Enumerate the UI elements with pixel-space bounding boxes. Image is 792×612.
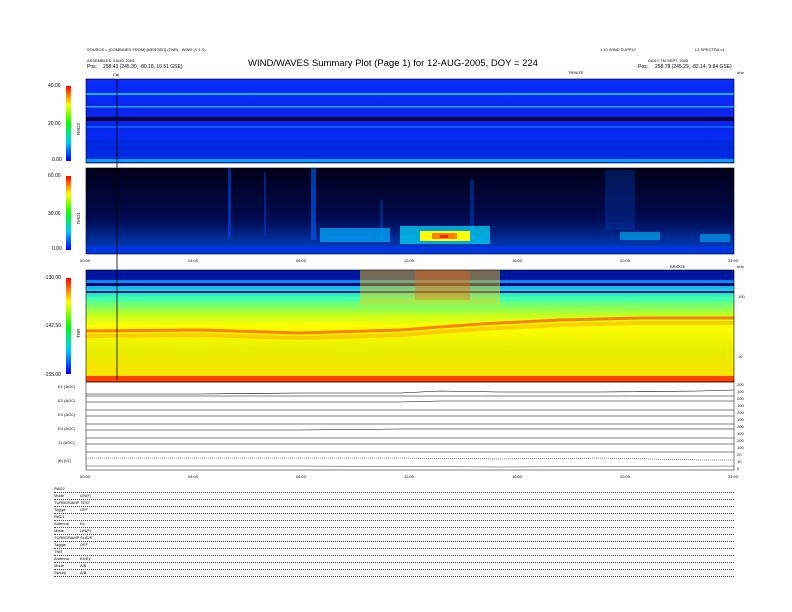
info-row: RAD2 — [54, 486, 734, 493]
rad2-colorbar — [66, 86, 71, 161]
trace-b-r1: 10 — [737, 459, 742, 464]
trace-label-e2: E2 (AGC) — [58, 398, 76, 403]
trace-label-j1: J1 (AGC) — [58, 440, 75, 445]
trace-e1-r0: 200 — [737, 382, 744, 387]
trace-label-b: |B| (nT) — [58, 458, 72, 463]
trace-label-e3: E3 (AGC) — [58, 412, 76, 417]
trace-e2-r1: 100 — [737, 403, 744, 408]
info-row: Sweep A/B — [54, 570, 734, 577]
time-tick-08-upper: 08:00 — [296, 258, 307, 263]
time-tick-24-upper: 24:00 — [728, 258, 739, 263]
time-tick-12-upper: 12:00 — [404, 258, 415, 263]
info-row: Mode LIN(F) — [54, 493, 734, 500]
trace-e2-r0: 200 — [737, 396, 744, 401]
tnr-axis-label: TNR — [76, 328, 81, 338]
info-row: TURBOSAMP SLAVE — [54, 535, 734, 542]
trace-label-e1: E1 (AGC) — [58, 384, 76, 389]
tnr-tick-bottom: -155.00 — [44, 372, 61, 378]
time-tick-04-upper: 04:00 — [188, 258, 199, 263]
time-tick-04-lower: 04:00 — [188, 474, 199, 479]
trace-e3-r1: 100 — [737, 417, 744, 422]
trace-label-e4: E4 (AGC) — [58, 426, 76, 431]
info-row: Antenna Ex/Ey — [54, 556, 734, 563]
tnr-badge: BRIDGE — [670, 264, 686, 269]
trace-e4-r0: 200 — [737, 424, 744, 429]
info-row: Mode LIN(F) — [54, 528, 734, 535]
info-row: TNR — [54, 549, 734, 556]
trace-j1-r1: 100 — [737, 445, 744, 450]
tnr-unit: kHz — [737, 264, 744, 269]
rad1-tick-mid: 30.00 — [48, 211, 61, 217]
tnr-tick-top: -130.00 — [44, 275, 61, 281]
time-tick-24-lower: 24:00 — [728, 474, 739, 479]
time-tick-16-upper: 16:00 — [512, 258, 523, 263]
rad2-axis-label: RAD2 — [76, 122, 81, 135]
rad2-tick-top: 40.00 — [48, 83, 61, 89]
time-tick-00-upper: 00:00 — [80, 258, 91, 263]
rad1-colorbar — [66, 176, 71, 250]
info-row: Antenna Ex — [54, 521, 734, 528]
info-row: Toggle OFF — [54, 542, 734, 549]
time-tick-12-lower: 12:00 — [404, 474, 415, 479]
time-tick-20-lower: 20:00 — [620, 474, 631, 479]
time-tick-20-upper: 20:00 — [620, 258, 631, 263]
trace-e4-r1: 100 — [737, 431, 744, 436]
rad1-tick-bottom: 0.00 — [52, 246, 62, 252]
rad1-tick-top: 60.00 — [48, 173, 61, 179]
info-table: RAD2 Mode LIN(F) TURBOSAMP TEST Toggle OFF … — [54, 486, 734, 577]
trace-panels — [85, 381, 735, 471]
info-row: Mode A/B — [54, 563, 734, 570]
trace-b-r0: 20 — [737, 452, 742, 457]
tnr-tick-mid: -142.50 — [44, 323, 61, 329]
tnr-colorbar — [66, 278, 71, 374]
trace-e3-r0: 200 — [737, 410, 744, 415]
info-row: Toggle OFF — [54, 507, 734, 514]
time-tick-00-lower: 00:00 — [80, 474, 91, 479]
info-row: RAD1 — [54, 514, 734, 521]
time-tick-16-lower: 16:00 — [512, 474, 523, 479]
info-row: TURBOSAMP TEST — [54, 500, 734, 507]
rad2-tick-bottom: 0.00 — [52, 157, 62, 163]
trace-b-r2: 0 — [737, 466, 740, 471]
rad2-tick-mid: 20.00 — [48, 121, 61, 127]
time-tick-08-lower: 08:00 — [296, 474, 307, 479]
tnr-right-tick-100: 100 — [738, 294, 745, 299]
rad1-axis-label: RAD1 — [76, 211, 81, 224]
trace-j1-r0: 200 — [737, 438, 744, 443]
trace-e1-r1: 100 — [737, 389, 744, 394]
tnr-right-tick-10: 10 — [738, 354, 743, 359]
